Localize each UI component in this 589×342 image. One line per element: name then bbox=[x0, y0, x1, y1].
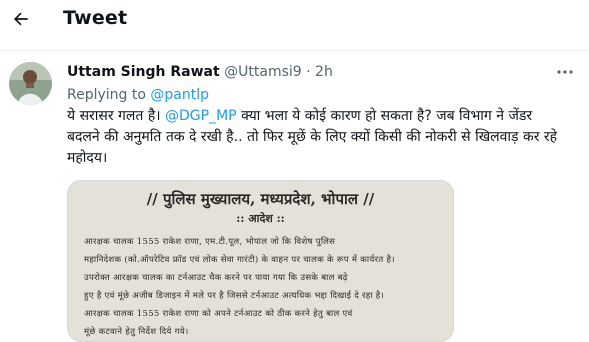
tweet-header: Uttam Singh Rawat @Uttamsi9 · 2h bbox=[67, 64, 333, 80]
more-options-button[interactable] bbox=[554, 62, 576, 82]
author-handle[interactable]: @Uttamsi9 bbox=[224, 64, 302, 80]
document-title: // पुलिस मुख्यालय, मध्यप्रदेश, भोपाल // bbox=[146, 190, 375, 208]
header-divider bbox=[0, 50, 589, 51]
avatar[interactable] bbox=[9, 62, 52, 105]
avatar-photo bbox=[9, 62, 52, 105]
document-line: आरक्षक चालक 1555 राकेश राणा को अपने टर्न… bbox=[84, 309, 353, 319]
replying-prefix: Replying to bbox=[67, 87, 146, 103]
author-name[interactable]: Uttam Singh Rawat bbox=[67, 64, 220, 80]
page-title: Tweet bbox=[63, 7, 128, 29]
back-button[interactable] bbox=[8, 6, 34, 32]
separator-dot: · bbox=[306, 64, 311, 80]
document-subtitle: :: आदेश :: bbox=[236, 212, 285, 225]
document-line: महानिदेशक (को.ऑपरेटिव फ्रॉड एवं लोक सेवा… bbox=[84, 255, 395, 265]
tweet-time[interactable]: 2h bbox=[315, 64, 333, 80]
more-horizontal-icon bbox=[557, 70, 573, 74]
tweet-text-part1: ये सरासर गलत है। bbox=[67, 108, 166, 124]
tweet-text: ये सरासर गलत है। @DGP_MP क्या भला ये कोई… bbox=[67, 106, 567, 169]
document-line: हुए है एवं मूंछे अजीब डिजाइन में मले पर … bbox=[84, 291, 385, 301]
document-photo: // पुलिस मुख्यालय, मध्यप्रदेश, भोपाल // … bbox=[68, 181, 453, 341]
top-bar: Tweet bbox=[0, 0, 589, 40]
document-line: उपरोक्त आरक्षक चालक का टर्नआउट चैक करने … bbox=[84, 273, 348, 283]
mention-link[interactable]: @DGP_MP bbox=[165, 108, 237, 124]
replying-to-line: Replying to @pantlp bbox=[67, 87, 209, 103]
document-line: मूंछे कटवाने हेतु निर्देश दिये गये। bbox=[84, 327, 189, 337]
arrow-left-icon bbox=[13, 12, 28, 26]
replying-to-link[interactable]: @pantlp bbox=[150, 87, 209, 103]
document-line: आरक्षक चालक 1555 राकेश राणा, एम.टी.पूल, … bbox=[84, 237, 336, 247]
tweet-image[interactable]: // पुलिस मुख्यालय, मध्यप्रदेश, भोपाल // … bbox=[67, 180, 454, 342]
